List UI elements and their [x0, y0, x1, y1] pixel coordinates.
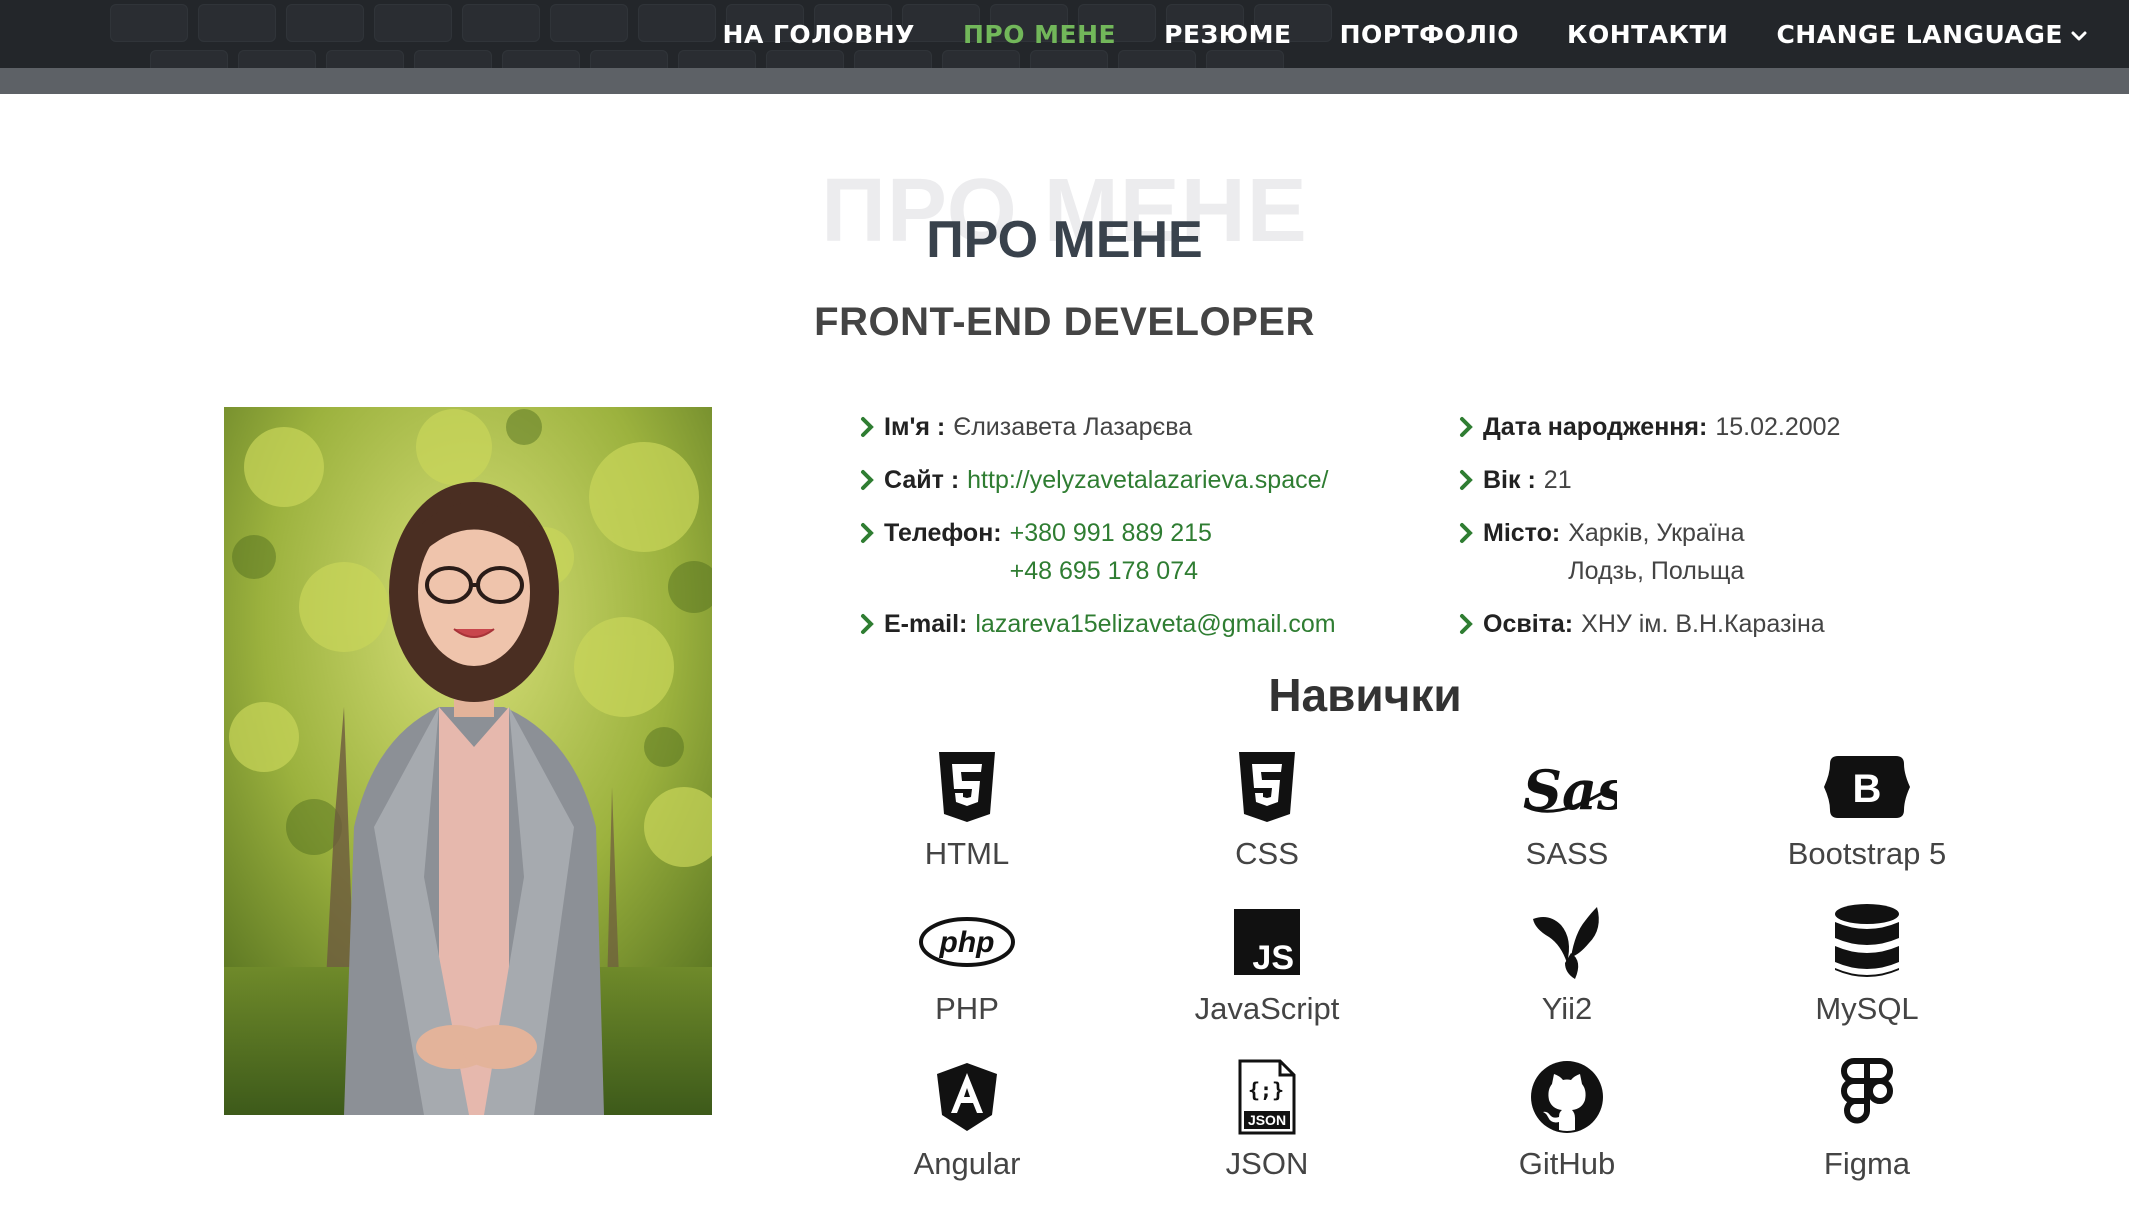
database-icon [1717, 903, 2017, 981]
skill-mysql-label: MySQL [1815, 991, 1919, 1026]
svg-text:JSON: JSON [1248, 1112, 1286, 1128]
info-city-label: Місто: [1483, 519, 1561, 547]
info-column-left: Ім'я : Єлизавета Лазарєва Сайт : http://… [860, 408, 1336, 658]
info-birth-value: 15.02.2002 [1715, 413, 1841, 441]
chevron-right-icon [1459, 514, 1483, 552]
info-column-right: Дата народження: 15.02.2002 Вік : 21 Міс… [1459, 408, 1840, 658]
nav-change-language[interactable]: CHANGE LANGUAGE [1776, 20, 2087, 49]
skill-yii2: Yii2 [1417, 903, 1717, 1027]
nav-change-language-label: CHANGE LANGUAGE [1776, 19, 2063, 49]
info-phone-label: Телефон: [884, 519, 1002, 547]
info-education-label: Освіта: [1483, 610, 1574, 638]
info-name-label: Ім'я : [884, 413, 946, 441]
info-city-value-1: Харків, Україна [1568, 519, 1745, 547]
chevron-right-icon [1459, 408, 1483, 446]
svg-text:Sass: Sass [1523, 758, 1617, 822]
skill-sass-label: SASS [1525, 836, 1609, 871]
skill-javascript-label: JavaScript [1194, 991, 1340, 1026]
info-age-label: Вік : [1483, 466, 1536, 494]
info-email-link[interactable]: lazareva15elizaveta@gmail.com [975, 605, 1335, 643]
html5-icon [817, 748, 1117, 826]
skill-html: HTML [817, 748, 1117, 872]
nav-home[interactable]: НА ГОЛОВНУ [723, 20, 915, 49]
skill-angular-label: Angular [913, 1146, 1021, 1181]
section-title: ПРО МЕНЕ [926, 211, 1203, 269]
site-header: НА ГОЛОВНУ ПРО МЕНЕ РЕЗЮМЕ ПОРТФОЛІО КОН… [0, 0, 2129, 68]
info-phone-link-1[interactable]: +380 991 889 215 [1010, 514, 1212, 552]
javascript-icon: JS [1117, 903, 1417, 981]
skill-angular: Angular [817, 1058, 1117, 1182]
skill-sass: Sass SASS [1417, 748, 1717, 872]
skill-mysql: MySQL [1717, 903, 2017, 1027]
section-subtitle: FRONT-END DEVELOPER [814, 300, 1315, 344]
info-city-value-2: Лодзь, Польща [1568, 557, 1745, 585]
github-icon [1417, 1058, 1717, 1136]
svg-text:{;}: {;} [1248, 1078, 1284, 1102]
info-birth-row: Дата народження: 15.02.2002 [1459, 408, 1840, 446]
skill-yii2-label: Yii2 [1541, 991, 1593, 1026]
info-phone-row: Телефон: +380 991 889 215 +48 695 178 07… [860, 514, 1336, 590]
json-file-icon: {;} JSON [1117, 1058, 1417, 1136]
info-education-row: Освіта: ХНУ ім. В.Н.Каразіна [1459, 605, 1840, 643]
skills-title: Навички [1268, 669, 1462, 721]
svg-text:php: php [939, 926, 995, 959]
angular-icon [817, 1058, 1117, 1136]
yii-icon [1417, 903, 1717, 981]
chevron-down-icon [2071, 31, 2087, 40]
nav-portfolio[interactable]: ПОРТФОЛІО [1340, 20, 1519, 49]
info-phone-link-2[interactable]: +48 695 178 074 [1010, 552, 1212, 590]
chevron-right-icon [860, 514, 884, 552]
info-email-row: E-mail: lazareva15elizaveta@gmail.com [860, 605, 1336, 643]
nav-resume[interactable]: РЕЗЮМЕ [1164, 20, 1291, 49]
skill-bootstrap: B Bootstrap 5 [1717, 748, 2017, 872]
skill-css-label: CSS [1235, 836, 1299, 871]
main-navigation: НА ГОЛОВНУ ПРО МЕНЕ РЕЗЮМЕ ПОРТФОЛІО КОН… [675, 0, 2087, 68]
skill-php-label: PHP [935, 991, 999, 1026]
chevron-right-icon [860, 461, 884, 499]
skill-bootstrap-label: Bootstrap 5 [1787, 836, 1947, 871]
info-birth-label: Дата народження: [1483, 413, 1708, 441]
skill-github-label: GitHub [1518, 1146, 1616, 1181]
info-email-label: E-mail: [884, 610, 968, 638]
skill-json-label: JSON [1225, 1146, 1309, 1181]
info-education-value: ХНУ ім. В.Н.Каразіна [1581, 610, 1825, 638]
skill-figma: Figma [1717, 1058, 2017, 1182]
skill-css: CSS [1117, 748, 1417, 872]
header-bottom-strip [0, 68, 2129, 94]
chevron-right-icon [1459, 461, 1483, 499]
info-city-row: Місто: Харків, Україна Лодзь, Польща [1459, 514, 1840, 590]
skill-php: php PHP [817, 903, 1117, 1027]
skill-github: GitHub [1417, 1058, 1717, 1182]
nav-about[interactable]: ПРО МЕНЕ [963, 20, 1116, 49]
figma-icon [1717, 1058, 2017, 1136]
skill-javascript: JS JavaScript [1117, 903, 1417, 1027]
info-site-label: Сайт : [884, 466, 960, 494]
css3-icon [1117, 748, 1417, 826]
nav-contacts[interactable]: КОНТАКТИ [1567, 20, 1728, 49]
info-name-value: Єлизавета Лазарєва [953, 413, 1193, 441]
skill-json: {;} JSON JSON [1117, 1058, 1417, 1182]
info-name-row: Ім'я : Єлизавета Лазарєва [860, 408, 1336, 446]
bootstrap-icon: B [1717, 748, 2017, 826]
svg-text:JS: JS [1252, 939, 1294, 975]
profile-photo [224, 407, 712, 1115]
info-site-link[interactable]: http://yelyzavetalazarieva.space/ [967, 461, 1328, 499]
sass-icon: Sass [1417, 748, 1717, 826]
chevron-right-icon [860, 605, 884, 643]
skills-grid: HTML CSS Sass SASS B Bootstrap 5 php PHP… [817, 748, 2017, 1198]
skill-html-label: HTML [924, 836, 1010, 871]
svg-text:B: B [1853, 767, 1882, 811]
chevron-right-icon [860, 408, 884, 446]
skill-figma-label: Figma [1823, 1146, 1911, 1181]
info-site-row: Сайт : http://yelyzavetalazarieva.space/ [860, 461, 1336, 499]
info-age-row: Вік : 21 [1459, 461, 1840, 499]
php-icon: php [817, 903, 1117, 981]
chevron-right-icon [1459, 605, 1483, 643]
info-age-value: 21 [1543, 466, 1572, 494]
